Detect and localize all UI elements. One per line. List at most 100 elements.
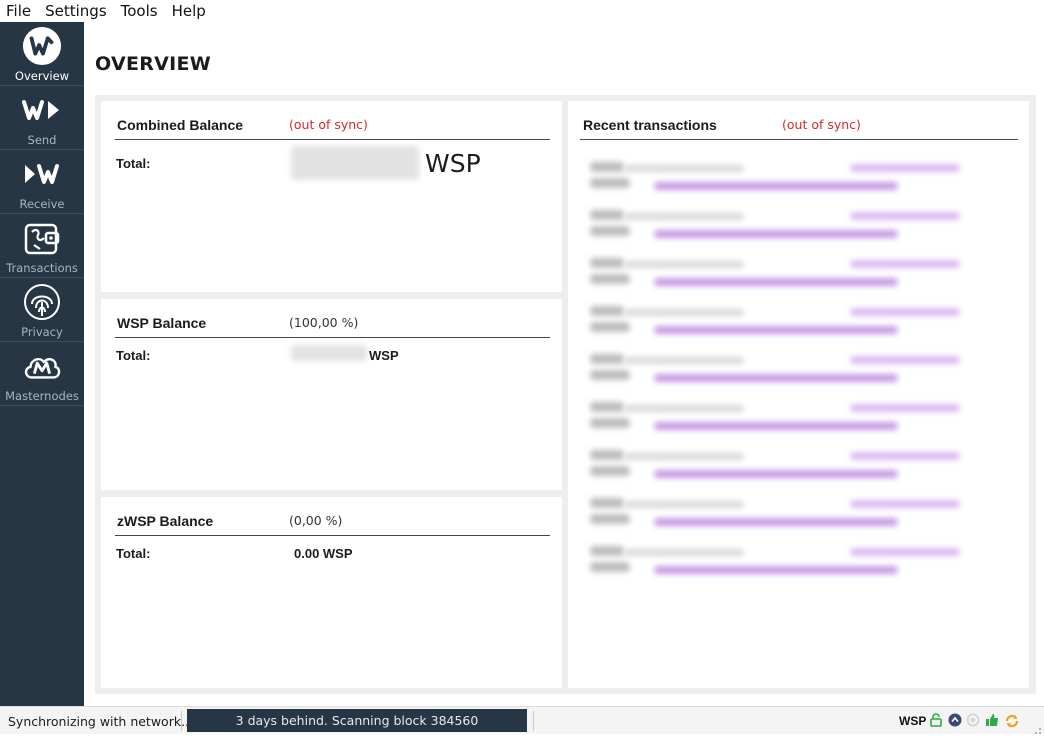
sidebar-item-send[interactable]: Send: [0, 86, 84, 150]
menu-tools[interactable]: Tools: [114, 2, 165, 20]
sidebar-item-label: Masternodes: [5, 389, 79, 403]
transaction-row-blur: [624, 357, 744, 364]
total-label: Total:: [116, 348, 151, 363]
sidebar-item-overview[interactable]: Overview: [0, 22, 84, 86]
transaction-row-blur: [850, 404, 960, 412]
transaction-row-blur: [590, 450, 624, 460]
transaction-row[interactable]: [580, 446, 970, 486]
menu-file[interactable]: File: [0, 2, 38, 20]
transaction-row-blur: [624, 405, 744, 412]
transaction-row-blur: [590, 258, 624, 268]
transaction-row-blur: [590, 498, 624, 508]
transaction-row[interactable]: [580, 494, 970, 534]
sync-status-text: Synchronizing with network...: [8, 714, 193, 729]
recent-transactions-title: Recent transactions: [583, 117, 717, 133]
tor-icon[interactable]: [966, 713, 980, 727]
transaction-row-blur: [654, 518, 898, 526]
thumbs-up-icon[interactable]: [985, 713, 999, 727]
page-title: OVERVIEW: [95, 53, 212, 75]
transaction-row[interactable]: [580, 398, 970, 438]
transaction-row-blur: [850, 548, 960, 556]
transaction-row-blur: [624, 165, 744, 172]
transaction-row-blur: [590, 546, 624, 556]
staking-icon[interactable]: [948, 713, 962, 727]
sidebar: Overview Send Receive Transactions Priva…: [0, 22, 84, 706]
transaction-row-blur: [624, 213, 744, 220]
transaction-row-blur: [590, 418, 630, 428]
transaction-row-blur: [654, 326, 898, 334]
fingerprint-icon: [22, 282, 62, 322]
cloud-m-icon: [22, 346, 62, 386]
total-label: Total:: [116, 156, 151, 171]
status-unit-label[interactable]: WSP: [899, 714, 926, 728]
sidebar-item-label: Receive: [19, 197, 65, 211]
transaction-row-blur: [590, 162, 624, 172]
sync-warning-label[interactable]: (out of sync): [782, 117, 861, 132]
transaction-row-blur: [624, 549, 744, 556]
sync-icon[interactable]: [1004, 713, 1019, 728]
transaction-row-blur: [590, 562, 630, 572]
sidebar-item-label: Send: [27, 133, 57, 147]
transaction-row[interactable]: [580, 254, 970, 294]
combined-unit: WSP: [425, 149, 481, 178]
resize-grip-icon[interactable]: [1032, 722, 1042, 734]
transaction-row-blur: [654, 470, 898, 478]
transaction-row-blur: [590, 402, 624, 412]
wsp-percent: (100,00 %): [289, 315, 359, 330]
transaction-row[interactable]: [580, 158, 970, 198]
transaction-row-blur: [590, 514, 630, 524]
sidebar-item-masternodes[interactable]: Masternodes: [0, 342, 84, 406]
transaction-row[interactable]: [580, 350, 970, 390]
wallet-icon: [22, 218, 62, 258]
wsp-balance-card: WSP Balance (100,00 %) Total: WSP: [101, 299, 562, 490]
sidebar-item-label: Transactions: [6, 261, 78, 275]
transaction-row-blur: [590, 210, 624, 220]
combined-balance-title: Combined Balance: [117, 117, 244, 133]
transaction-row-blur: [654, 278, 898, 286]
transaction-row-blur: [850, 164, 960, 172]
lock-icon[interactable]: [929, 713, 943, 727]
transaction-row-blur: [590, 322, 630, 332]
card-header: Recent transactions (out of sync): [580, 101, 1018, 140]
transaction-row-blur: [850, 308, 960, 316]
transaction-row-blur: [654, 566, 898, 574]
sidebar-item-receive[interactable]: Receive: [0, 150, 84, 214]
card-header: WSP Balance (100,00 %): [115, 299, 550, 338]
wsp-logo-icon: [22, 26, 62, 66]
transaction-row-blur: [624, 453, 744, 460]
transaction-row[interactable]: [580, 542, 970, 582]
transaction-row-blur: [654, 374, 898, 382]
total-label: Total:: [116, 546, 151, 561]
transaction-row-blur: [624, 261, 744, 268]
sidebar-item-label: Overview: [14, 69, 70, 83]
wsp-unit: WSP: [369, 348, 399, 363]
status-bar: Synchronizing with network... 3 days beh…: [0, 706, 1044, 734]
zwsp-balance-title: zWSP Balance: [117, 513, 214, 529]
transaction-row-blur: [590, 226, 630, 236]
receive-icon: [22, 154, 62, 194]
combined-balance-card: Combined Balance (out of sync) Total: WS…: [101, 101, 562, 292]
zwsp-percent: (0,00 %): [289, 513, 343, 528]
transaction-row-blur: [850, 452, 960, 460]
sidebar-item-label: Privacy: [21, 325, 63, 339]
transaction-row-blur: [654, 182, 898, 190]
sync-progress-bar: 3 days behind. Scanning block 384560: [187, 709, 527, 732]
send-icon: [22, 90, 62, 130]
sync-warning-label[interactable]: (out of sync): [289, 117, 368, 132]
card-header: Combined Balance (out of sync): [115, 101, 550, 140]
transaction-row[interactable]: [580, 302, 970, 342]
transaction-row-blur: [590, 306, 624, 316]
menu-help[interactable]: Help: [165, 2, 213, 20]
transaction-row-blur: [654, 422, 898, 430]
sidebar-item-transactions[interactable]: Transactions: [0, 214, 84, 278]
transaction-row-blur: [590, 466, 630, 476]
transaction-row-blur: [850, 212, 960, 220]
zwsp-balance-card: zWSP Balance (0,00 %) Total: 0.00 WSP: [101, 497, 562, 688]
menu-settings[interactable]: Settings: [38, 2, 114, 20]
transaction-row[interactable]: [580, 206, 970, 246]
wsp-balance-title: WSP Balance: [117, 315, 207, 331]
card-header: zWSP Balance (0,00 %): [115, 497, 550, 536]
transaction-row-blur: [590, 274, 630, 284]
sidebar-item-privacy[interactable]: Privacy: [0, 278, 84, 342]
status-divider: [533, 711, 534, 731]
